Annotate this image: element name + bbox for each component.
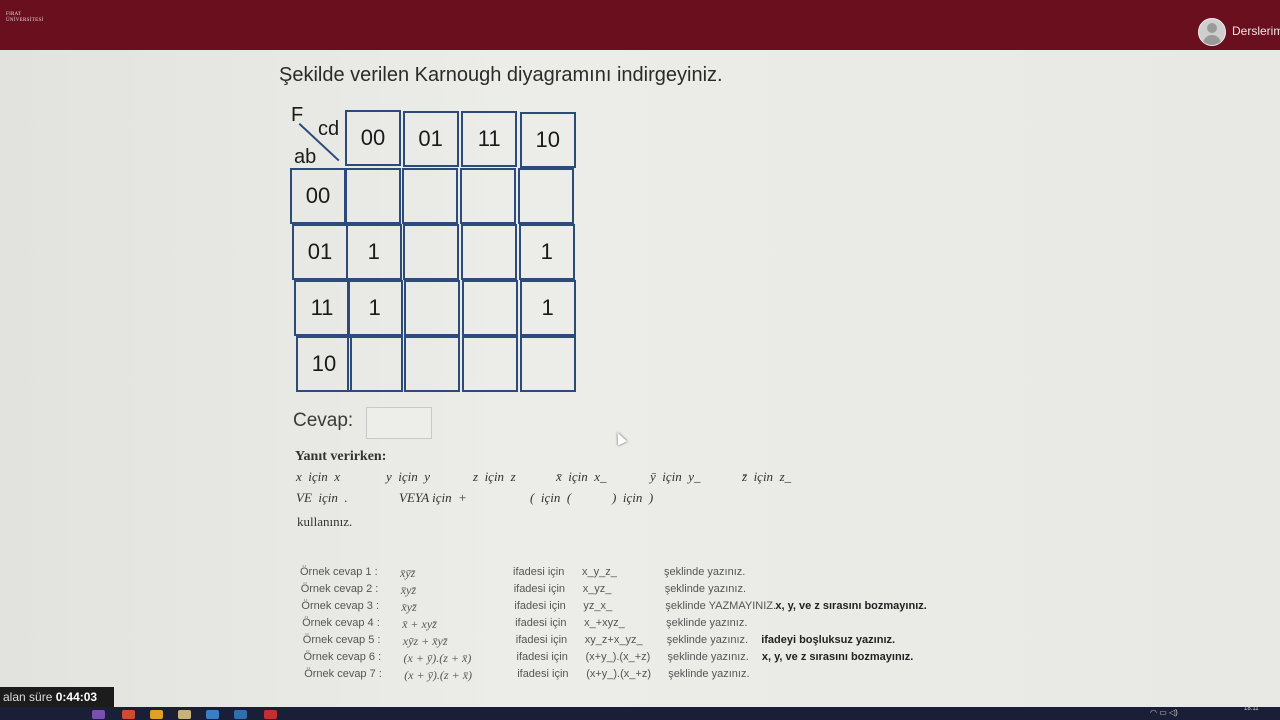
instruction-row1-item: y için y xyxy=(386,469,431,484)
example-expression: x̄yz̄ xyxy=(400,583,417,597)
instruction-row1-item: x için x xyxy=(296,469,341,484)
taskbar-folder-icon[interactable] xyxy=(178,710,191,719)
kmap-cell: 1 xyxy=(345,224,402,280)
instructions-title: Yanıt verirken: xyxy=(295,449,387,464)
instruction-row2-item: ) için ) xyxy=(612,490,654,505)
kmap-cell: 1 xyxy=(346,280,403,336)
kmap-cell xyxy=(518,168,574,224)
example-note: şeklinde yazınız. xyxy=(666,617,748,629)
quiz-page xyxy=(0,50,1280,710)
taskbar-app-icon[interactable] xyxy=(150,710,163,719)
kmap-cell xyxy=(402,224,459,280)
example-note: şeklinde yazınız. xyxy=(668,668,750,680)
remaining-time: alan süre 0:44:03 xyxy=(0,687,114,707)
example-expression: x̄ + xyz̄ xyxy=(402,617,437,631)
instruction-row2-item: ( için ( xyxy=(530,490,572,505)
kmap-row-header: 11 xyxy=(294,280,350,336)
example-ifadesi: ifadesi için xyxy=(515,617,567,629)
example-note: şeklinde yazınız. xyxy=(664,583,747,595)
kmap-row-header: 01 xyxy=(292,224,348,280)
example-label: Örnek cevap 4 : xyxy=(302,617,380,629)
kmap-cell xyxy=(402,168,458,224)
example-expression: (x + ȳ).(z + x̄) xyxy=(403,651,472,665)
example-code: (x+y_).(x_+z) xyxy=(585,651,651,663)
instruction-row1-item: ȳ için y_ xyxy=(650,469,701,484)
example-expression: x̄yz̄ xyxy=(401,600,417,614)
kmap-cell xyxy=(404,336,461,392)
example-note: şeklinde yazınız. xyxy=(664,566,746,578)
taskbar-browser-icon[interactable] xyxy=(122,710,135,719)
example-ifadesi: ifadesi için xyxy=(517,668,569,680)
example-expression: xȳz + x̄yz̄ xyxy=(402,634,448,648)
example-note: şeklinde yazınız. xyxy=(667,651,749,663)
example-label: Örnek cevap 5 : xyxy=(302,634,381,646)
karnaugh-map: F cd ab 00 01 11 10 00 01 1 1 11 1 1 10 xyxy=(288,104,588,404)
example-label: Örnek cevap 6 : xyxy=(303,651,382,663)
university-logo[interactable]: FIRAT ÜNİVERSİTESİ xyxy=(6,12,44,24)
instruction-row2-item: VEYA için + xyxy=(399,490,467,505)
example-code: xy_z+x_yz_ xyxy=(584,634,643,646)
example-label: Örnek cevap 2 : xyxy=(300,583,379,595)
taskbar-app-icon[interactable] xyxy=(92,710,105,719)
user-avatar[interactable] xyxy=(1198,18,1226,46)
example-label: Örnek cevap 1 : xyxy=(300,566,378,578)
answer-input[interactable] xyxy=(366,407,432,439)
kmap-row-header: 00 xyxy=(290,168,346,224)
kmap-col-header: 11 xyxy=(461,111,518,168)
kmap-cell xyxy=(460,224,517,280)
avatar-head-icon xyxy=(1207,23,1217,33)
instruction-row2-item: VE için . xyxy=(296,490,348,505)
kmap-cell xyxy=(460,168,516,224)
avatar-body-icon xyxy=(1203,35,1221,45)
example-label: Örnek cevap 7 : xyxy=(304,668,382,680)
example-ifadesi: ifadesi için xyxy=(515,634,568,646)
instruction-row1-item: x̄ için x_ xyxy=(556,469,607,484)
example-expression: (x + ȳ).(z + x̄) xyxy=(404,668,473,682)
kmap-cell xyxy=(461,280,518,336)
system-clock: 18:11 xyxy=(1244,706,1259,712)
kmap-col-header: 00 xyxy=(345,110,401,166)
instructions-footer: kullanınız. xyxy=(297,514,353,529)
instruction-row1-item: z için z xyxy=(473,469,516,484)
kmap-cell xyxy=(403,280,460,336)
os-taskbar xyxy=(0,707,1280,720)
logo-text-line2: ÜNİVERSİTESİ xyxy=(6,18,44,23)
example-code: yz_x_ xyxy=(583,600,613,612)
example-ifadesi: ifadesi için xyxy=(516,651,568,663)
example-label: Örnek cevap 3 : xyxy=(301,600,380,612)
example-ifadesi: ifadesi için xyxy=(513,583,566,595)
top-navbar: FIRAT ÜNİVERSİTESİ Derslerim xyxy=(0,0,1280,50)
kmap-cell xyxy=(520,336,577,392)
kmap-cell: 1 xyxy=(519,280,576,336)
example-code: x_yz_ xyxy=(582,583,612,595)
kmap-col-header: 10 xyxy=(519,111,576,168)
kmap-cell xyxy=(462,336,519,392)
taskbar-app-icon[interactable] xyxy=(234,710,247,719)
kmap-row-var-label: ab xyxy=(294,146,317,168)
kmap-row-header: 10 xyxy=(296,336,352,392)
taskbar-app-icon[interactable] xyxy=(264,710,277,719)
example-expression: x̄ȳz̄ xyxy=(400,566,416,580)
example-warning: ifadeyi boşluksuz yazınız. xyxy=(761,634,896,646)
example-warning: x, y, ve z sırasını bozmayınız. xyxy=(761,651,914,663)
example-code: x_+xyz_ xyxy=(584,617,625,629)
kmap-cell xyxy=(345,168,401,224)
system-tray-icon[interactable]: ◠ ▭ ◁) xyxy=(1150,708,1178,717)
example-ifadesi: ifadesi için xyxy=(513,566,565,578)
example-code: (x+y_).(x_+z) xyxy=(586,668,651,680)
kmap-col-header: 01 xyxy=(402,110,459,167)
kmap-cell: 1 xyxy=(518,224,575,280)
question-text: Şekilde verilen Karnough diyagramını ind… xyxy=(279,64,723,86)
instruction-row1-item: z̄ için z_ xyxy=(742,469,792,484)
example-code: x_y_z_ xyxy=(582,566,617,578)
example-warning: x, y, ve z sırasını bozmayınız. xyxy=(775,600,927,612)
taskbar-app-icon[interactable] xyxy=(206,710,219,719)
example-note: şeklinde YAZMAYINIZ. xyxy=(665,600,777,612)
user-menu-label[interactable]: Derslerim xyxy=(1232,24,1280,38)
example-note: şeklinde yazınız. xyxy=(666,634,749,646)
kmap-cell xyxy=(347,336,404,392)
kmap-col-var-label: cd xyxy=(318,118,340,140)
answer-label: Cevap: xyxy=(293,410,354,431)
example-ifadesi: ifadesi için xyxy=(514,600,566,612)
